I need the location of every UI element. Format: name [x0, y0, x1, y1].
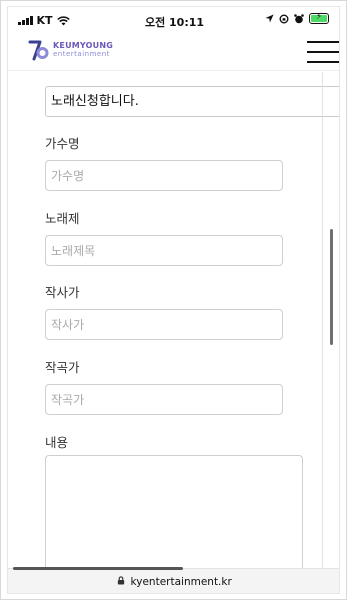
- page-load-indicator: [13, 567, 183, 570]
- alarm-icon: [294, 13, 304, 23]
- location-arrow-icon: [265, 14, 274, 23]
- song-title-label: 노래제: [45, 211, 80, 226]
- status-right: ⚡: [265, 12, 329, 24]
- content-label: 내용: [45, 435, 69, 450]
- device-frame: KT 오전 10:11 ⚡ KEUMYOUNG entertainment 노래…: [0, 0, 347, 600]
- lock-icon: [118, 576, 125, 585]
- hamburger-icon[interactable]: [307, 39, 339, 65]
- logo-brand: KEUMYOUNG: [53, 41, 113, 50]
- singer-label: 가수명: [45, 136, 80, 151]
- status-bar: KT 오전 10:11 ⚡: [8, 7, 339, 33]
- battery-icon: ⚡: [309, 12, 329, 24]
- browser-url-bar[interactable]: kyentertainment.kr: [8, 567, 339, 593]
- lyricist-input[interactable]: [45, 309, 283, 340]
- content-divider: [322, 72, 323, 572]
- rotation-lock-icon: [279, 14, 289, 23]
- singer-input[interactable]: [45, 160, 283, 191]
- song-title-input[interactable]: [45, 235, 283, 266]
- logo-text: KEUMYOUNG entertainment: [53, 42, 113, 58]
- url-text: kyentertainment.kr: [130, 576, 232, 588]
- logo-mark-icon: [28, 40, 49, 61]
- title-field[interactable]: 노래신청합니다.: [45, 86, 339, 117]
- url-display[interactable]: kyentertainment.kr: [8, 576, 339, 588]
- screen: KT 오전 10:11 ⚡ KEUMYOUNG entertainment 노래…: [7, 6, 340, 594]
- site-logo[interactable]: KEUMYOUNG entertainment: [28, 39, 113, 61]
- request-form: 노래신청합니다. 가수명 노래제 작사가 작곡가 내용: [8, 72, 339, 585]
- logo-subtitle: entertainment: [53, 50, 110, 58]
- charging-bolt-icon: ⚡: [315, 12, 323, 22]
- scrollbar-thumb[interactable]: [330, 229, 333, 345]
- composer-label: 작곡가: [45, 360, 80, 375]
- site-header: KEUMYOUNG entertainment: [8, 33, 339, 71]
- lyricist-label: 작사가: [45, 285, 80, 300]
- content-textarea[interactable]: [45, 455, 303, 585]
- composer-input[interactable]: [45, 384, 283, 415]
